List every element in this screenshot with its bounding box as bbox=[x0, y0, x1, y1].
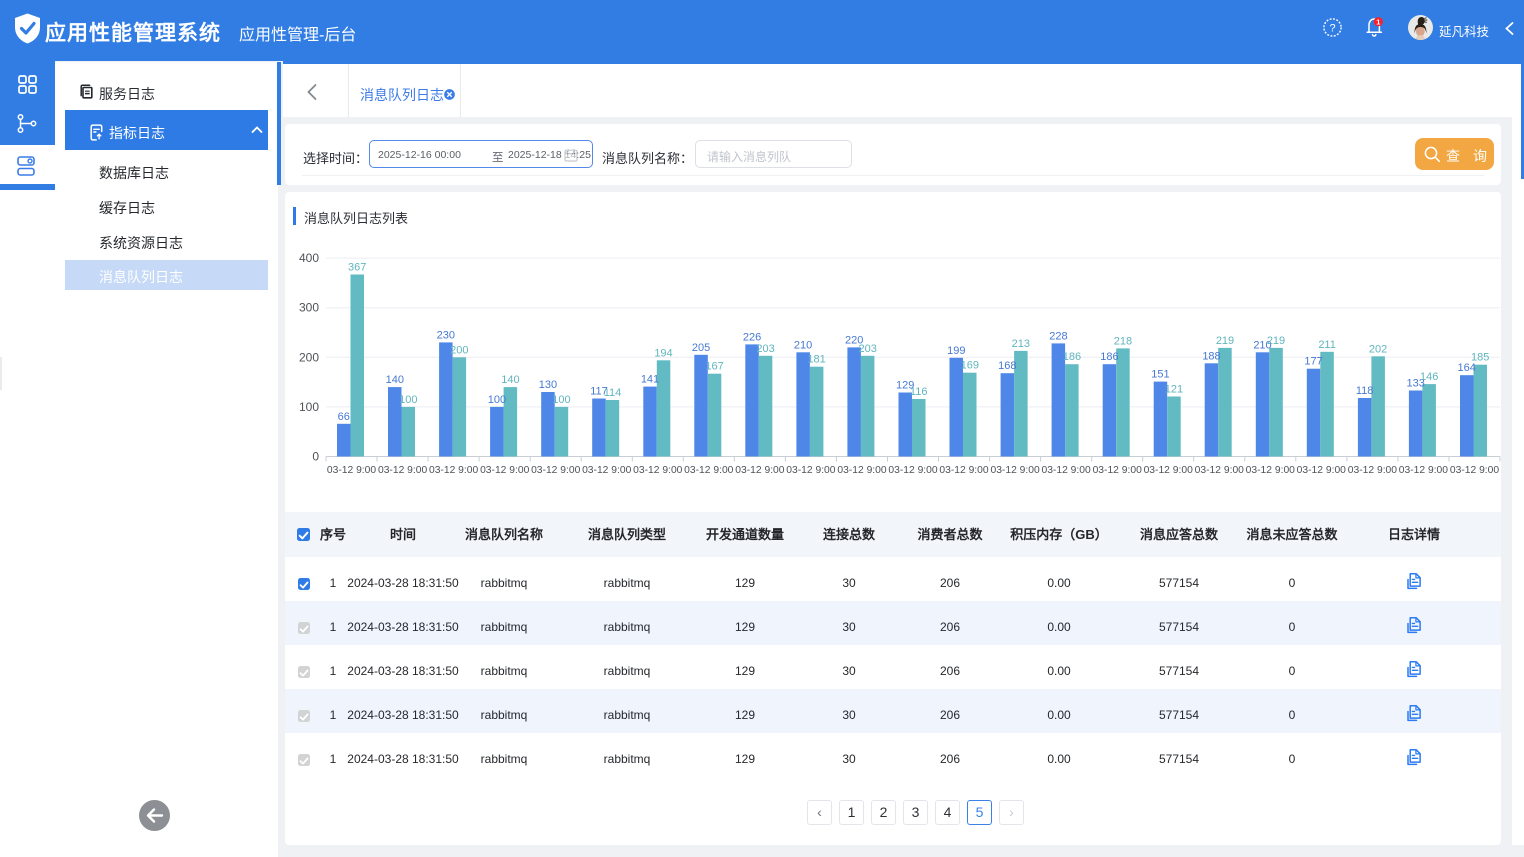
svg-text:164: 164 bbox=[1458, 362, 1476, 374]
svg-text:121: 121 bbox=[1165, 384, 1183, 396]
svg-text:203: 203 bbox=[756, 343, 774, 355]
svg-text:202: 202 bbox=[1369, 343, 1387, 355]
svg-text:226: 226 bbox=[743, 331, 761, 343]
svg-text:03-12 9:00: 03-12 9:00 bbox=[786, 465, 836, 476]
svg-text:167: 167 bbox=[705, 361, 723, 373]
svg-text:03-12 9:00: 03-12 9:00 bbox=[837, 465, 887, 476]
svg-text:03-12 9:00: 03-12 9:00 bbox=[1246, 465, 1296, 476]
svg-text:03-12 9:00: 03-12 9:00 bbox=[531, 465, 581, 476]
svg-text:03-12 9:00: 03-12 9:00 bbox=[939, 465, 989, 476]
svg-text:188: 188 bbox=[1202, 350, 1220, 362]
svg-text:0: 0 bbox=[312, 450, 319, 464]
svg-text:186: 186 bbox=[1063, 351, 1081, 363]
svg-text:194: 194 bbox=[654, 347, 672, 359]
svg-text:03-12 9:00: 03-12 9:00 bbox=[582, 465, 632, 476]
svg-text:199: 199 bbox=[947, 345, 965, 357]
svg-text:219: 219 bbox=[1216, 335, 1234, 347]
svg-text:186: 186 bbox=[1100, 351, 1118, 363]
svg-text:151: 151 bbox=[1151, 369, 1169, 381]
svg-text:03-12 9:00: 03-12 9:00 bbox=[735, 465, 785, 476]
svg-text:03-12 9:00: 03-12 9:00 bbox=[1399, 465, 1449, 476]
svg-text:03-12 9:00: 03-12 9:00 bbox=[480, 465, 530, 476]
svg-text:400: 400 bbox=[299, 251, 319, 265]
svg-text:130: 130 bbox=[539, 379, 557, 391]
svg-text:185: 185 bbox=[1471, 352, 1489, 364]
svg-text:03-12 9:00: 03-12 9:00 bbox=[327, 465, 377, 476]
svg-text:100: 100 bbox=[299, 400, 319, 414]
svg-text:200: 200 bbox=[299, 350, 319, 364]
svg-text:140: 140 bbox=[386, 374, 404, 386]
svg-text:03-12 9:00: 03-12 9:00 bbox=[633, 465, 683, 476]
svg-text:140: 140 bbox=[501, 374, 519, 386]
svg-text:219: 219 bbox=[1267, 335, 1285, 347]
svg-text:367: 367 bbox=[348, 262, 366, 274]
svg-text:1: 1 bbox=[1376, 17, 1380, 26]
svg-text:213: 213 bbox=[1012, 338, 1030, 350]
svg-text:03-12 9:00: 03-12 9:00 bbox=[684, 465, 734, 476]
svg-text:03-12 9:00: 03-12 9:00 bbox=[1348, 465, 1398, 476]
svg-text:181: 181 bbox=[807, 354, 825, 366]
svg-text:205: 205 bbox=[692, 342, 710, 354]
svg-text:03-12 9:00: 03-12 9:00 bbox=[378, 465, 428, 476]
svg-text:218: 218 bbox=[1114, 335, 1132, 347]
svg-text:03-12 9:00: 03-12 9:00 bbox=[1144, 465, 1194, 476]
svg-text:03-12 9:00: 03-12 9:00 bbox=[888, 465, 938, 476]
svg-text:?: ? bbox=[1329, 23, 1335, 35]
svg-text:100: 100 bbox=[488, 394, 506, 406]
svg-text:03-12 9:00: 03-12 9:00 bbox=[1093, 465, 1143, 476]
svg-text:146: 146 bbox=[1420, 371, 1438, 383]
svg-text:211: 211 bbox=[1318, 339, 1336, 351]
svg-text:203: 203 bbox=[859, 343, 877, 355]
svg-text:66: 66 bbox=[338, 411, 350, 423]
svg-text:116: 116 bbox=[910, 386, 928, 398]
svg-text:169: 169 bbox=[961, 360, 979, 372]
svg-text:03-12 9:00: 03-12 9:00 bbox=[1297, 465, 1347, 476]
svg-text:168: 168 bbox=[998, 360, 1016, 372]
svg-text:03-12 9:00: 03-12 9:00 bbox=[429, 465, 479, 476]
svg-text:03-12 9:00: 03-12 9:00 bbox=[990, 465, 1040, 476]
svg-text:118: 118 bbox=[1356, 385, 1374, 397]
svg-text:210: 210 bbox=[794, 339, 812, 351]
svg-text:100: 100 bbox=[399, 394, 417, 406]
svg-text:177: 177 bbox=[1304, 356, 1322, 368]
svg-text:03-12 9:00: 03-12 9:00 bbox=[1041, 465, 1091, 476]
svg-text:100: 100 bbox=[552, 394, 570, 406]
svg-text:228: 228 bbox=[1049, 330, 1067, 342]
svg-text:200: 200 bbox=[450, 344, 468, 356]
svg-text:141: 141 bbox=[641, 374, 659, 386]
svg-text:114: 114 bbox=[604, 387, 622, 399]
svg-text:03-12 9:00: 03-12 9:00 bbox=[1195, 465, 1245, 476]
svg-text:03-12 9:00: 03-12 9:00 bbox=[1450, 465, 1500, 476]
svg-text:230: 230 bbox=[437, 329, 455, 341]
svg-text:300: 300 bbox=[299, 301, 319, 315]
